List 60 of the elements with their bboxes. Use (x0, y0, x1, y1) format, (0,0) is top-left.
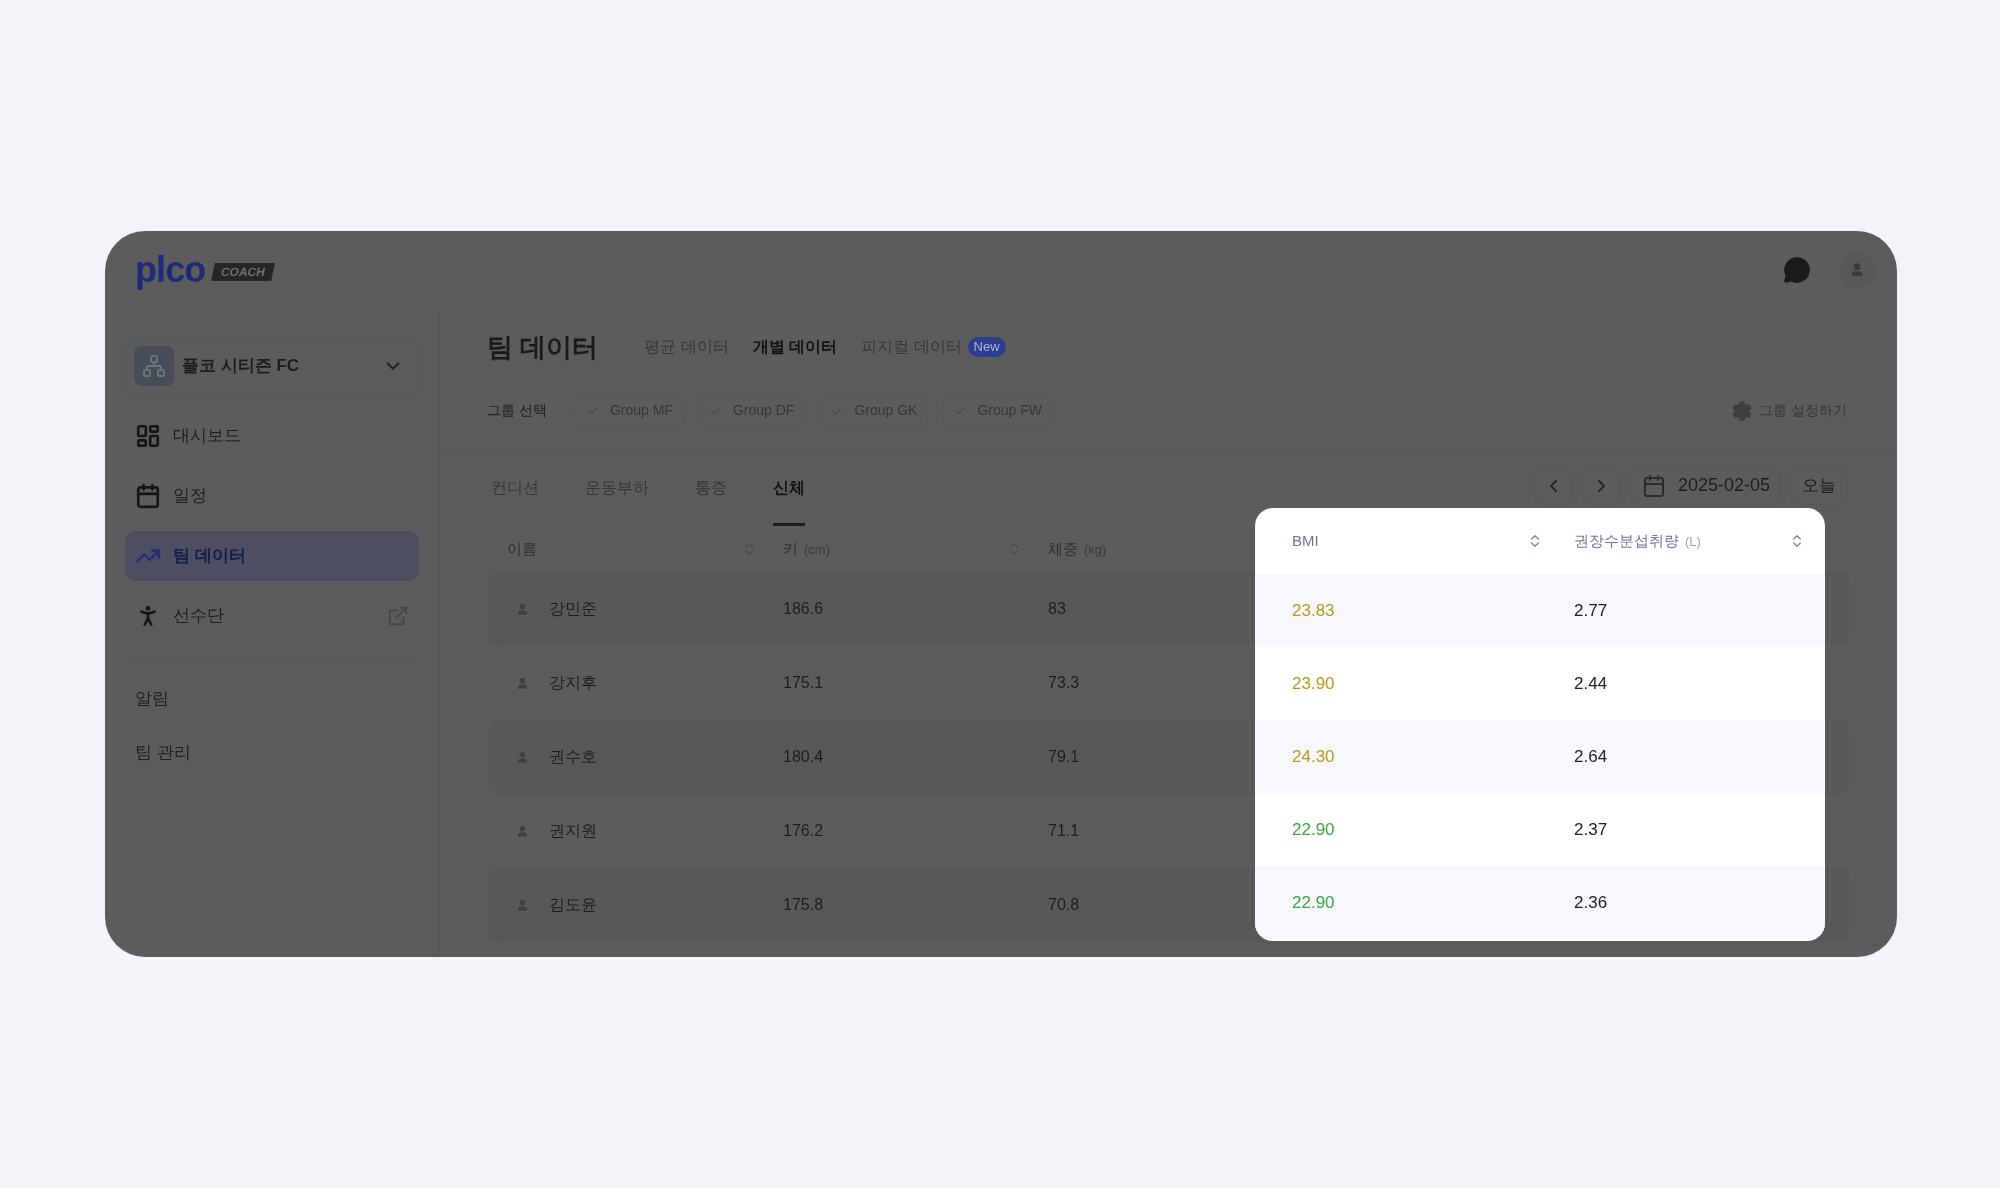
table-cell-text: 70.8 (1048, 895, 1080, 915)
sidebar-item[interactable]: 팀 데이터 (125, 531, 419, 581)
table-cell-text: 22.90 (1292, 818, 1335, 841)
person-icon (515, 750, 529, 764)
team-network-icon (142, 354, 166, 378)
table-cell-text: 180.4 (783, 747, 824, 767)
table-cell-text: 2.36 (1574, 891, 1608, 914)
table-cell-text: 176.2 (783, 821, 824, 841)
user-icon (1849, 262, 1865, 278)
table-cell-text: 83 (1048, 599, 1066, 619)
person-icon (515, 676, 529, 690)
sidebar-item[interactable]: 일정 (125, 471, 419, 521)
player-name[interactable]: 강민준 (549, 597, 597, 621)
sidebar-link[interactable]: 알림 (135, 686, 409, 712)
logo: plco (135, 252, 206, 288)
player-name[interactable]: 강지후 (549, 671, 597, 695)
person-icon (515, 898, 529, 912)
sidebar-item[interactable]: 선수단 (125, 591, 419, 641)
chevron-right-icon (1598, 479, 1606, 492)
person-icon (515, 824, 529, 838)
previous-button[interactable] (1534, 466, 1573, 505)
table-cell-text: 175.8 (783, 895, 824, 915)
tab[interactable]: 개별 데이터 (752, 335, 838, 359)
calendar-icon (135, 483, 161, 509)
table-cell-text: 175.1 (783, 673, 824, 693)
table-cell-text: 24.30 (1292, 745, 1335, 768)
group-select-label: 그룹 선택 (487, 401, 547, 420)
logo-badge: COACH (211, 263, 276, 281)
table-cell-text: 22.90 (1292, 891, 1335, 914)
chat-icon[interactable] (1783, 256, 1811, 284)
table-cell-text: 73.3 (1048, 673, 1080, 693)
settings-icon (1731, 399, 1754, 422)
calendar-icon (1641, 473, 1666, 498)
column-header[interactable]: 권장수분섭취량 (L) (1574, 529, 1813, 553)
table-cell-text: 186.6 (783, 599, 824, 619)
player-name[interactable]: 김도윤 (549, 893, 597, 917)
user-avatar[interactable] (1839, 252, 1875, 288)
table-cell-text: 23.90 (1292, 672, 1335, 695)
table-cell-text: 2.77 (1574, 599, 1608, 622)
table-cell-text: 2.64 (1574, 745, 1608, 768)
table-cell-text: 2.37 (1574, 818, 1608, 841)
date-picker[interactable]: 2025-02-05 (1630, 466, 1781, 505)
today-button[interactable]: 오늘 (1791, 466, 1847, 505)
new-badge: New (967, 337, 1006, 357)
person-icon (515, 602, 529, 616)
table-cell-text: 79.1 (1048, 747, 1080, 767)
column-header[interactable]: BMI (1292, 529, 1551, 553)
player-name[interactable]: 권지원 (549, 819, 597, 843)
sidebar-item[interactable]: 대시보드 (125, 411, 419, 461)
player-name[interactable]: 권수호 (549, 745, 597, 769)
table-cell-text: 23.83 (1292, 599, 1335, 622)
table-cell-text: 2.44 (1574, 672, 1608, 695)
page-title: 팀 데이터 (487, 330, 599, 364)
sidebar-link[interactable]: 팀 관리 (135, 739, 409, 765)
team-selector[interactable]: 플코 시티즌 FC (125, 337, 419, 395)
chevron-left-icon (1550, 479, 1558, 492)
sub-tab[interactable]: 신체 (773, 453, 805, 526)
next-button[interactable] (1582, 466, 1621, 505)
dashboard-icon (135, 423, 161, 449)
table-cell-text: 71.1 (1048, 821, 1080, 841)
